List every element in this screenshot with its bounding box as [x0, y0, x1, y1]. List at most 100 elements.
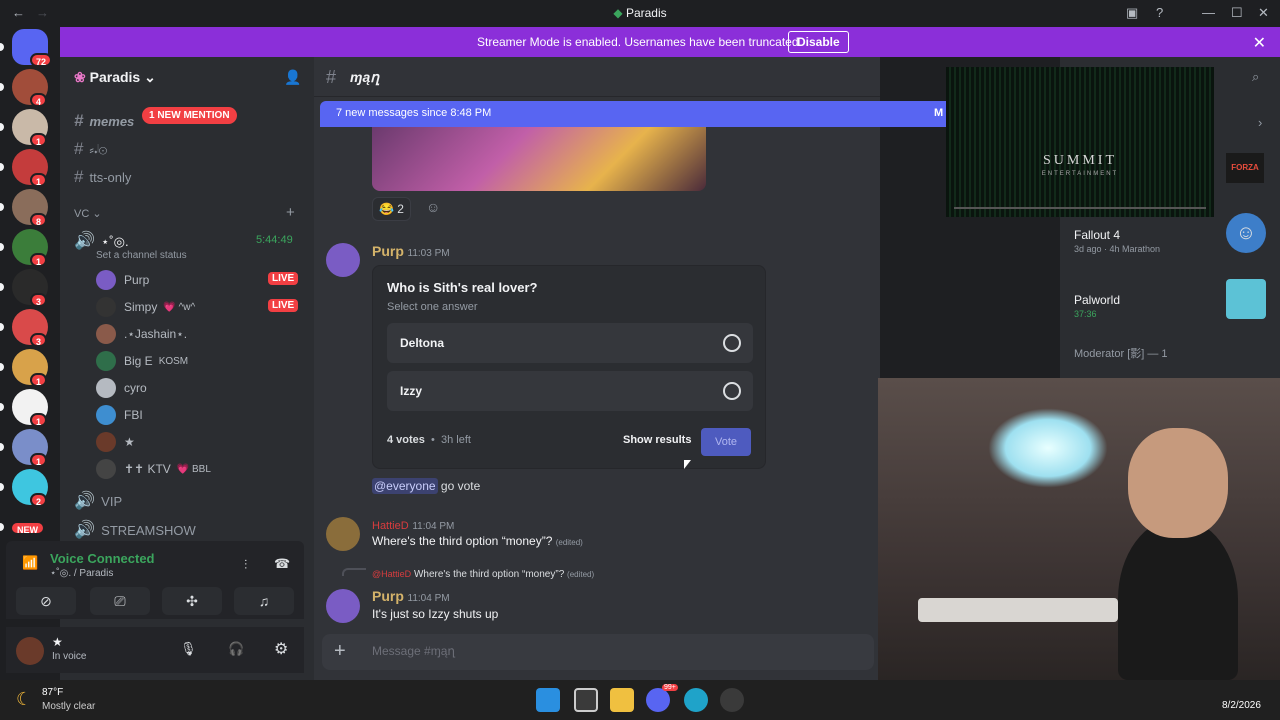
show-results-button[interactable]: Show results — [623, 434, 691, 446]
soundboard-button[interactable]: ♫ — [234, 587, 294, 615]
voice-user-name: Purp — [124, 273, 150, 287]
voice-user[interactable]: ✝✝ KTV 💗 BBL — [96, 459, 211, 479]
message-composer[interactable]: + Message #ɱąղ — [322, 634, 874, 670]
poll-option-deltona[interactable]: Deltona — [387, 323, 753, 363]
voice-timer: 5:44:49 — [256, 234, 293, 246]
voice-user-name: ✝✝ KTV — [124, 462, 171, 476]
author-name[interactable]: Purp — [372, 243, 404, 259]
voice-user-name: FBI — [124, 408, 143, 422]
file-explorer-icon[interactable] — [610, 688, 634, 712]
signal-icon: 📶 — [22, 555, 39, 570]
avatar[interactable] — [326, 589, 360, 623]
maximize-icon[interactable]: ☐ — [1231, 5, 1243, 21]
message-input[interactable]: Message #ɱąղ — [372, 644, 455, 658]
hash-icon: # — [326, 67, 337, 87]
chevron-right-icon[interactable]: › — [1258, 115, 1262, 130]
activity-sub: 37:36 — [1074, 309, 1097, 319]
message-text: Where's the third option “money”? (edite… — [372, 534, 583, 548]
voice-user[interactable]: FBI — [96, 405, 143, 425]
avatar[interactable] — [326, 243, 360, 277]
vote-button[interactable]: Vote — [701, 428, 751, 456]
voice-user-name: Big E — [124, 354, 153, 368]
mention-pill[interactable]: 1 NEW MENTION — [142, 107, 237, 124]
avatar[interactable] — [326, 517, 360, 551]
unread-pip — [0, 163, 4, 171]
server-header[interactable]: ❀ Paradis ⌄ — [74, 69, 156, 86]
video-progress[interactable] — [954, 207, 1206, 209]
server-badge: 2 — [30, 493, 48, 507]
discord-icon[interactable] — [646, 688, 670, 712]
voice-channel-path[interactable]: ⋆˚◎. / Paradis — [50, 568, 113, 579]
channel-memes[interactable]: # memes — [74, 111, 134, 131]
title-bar: ← → ◆ Paradis ▣ ? — ☐ ✕ — [0, 0, 1280, 27]
stream-preview[interactable]: SUMMIT ENTERTAINMENT — [946, 67, 1214, 217]
edge-icon[interactable] — [684, 688, 708, 712]
mark-as-read[interactable]: M — [934, 107, 943, 119]
voice-channel[interactable]: 🔊 ⋆˚◎. — [74, 231, 129, 251]
message-header: Purp 11:04 PM — [372, 588, 450, 604]
invite-icon[interactable]: 👤 — [284, 69, 301, 86]
message-text: @everyone go vote — [372, 478, 481, 494]
add-reaction-icon[interactable]: ☺ — [426, 199, 440, 215]
voice-connected[interactable]: Voice Connected — [50, 551, 155, 566]
unread-pip — [0, 123, 4, 131]
poll-option-izzy[interactable]: Izzy — [387, 371, 753, 411]
headset-icon[interactable]: 🎧 — [228, 641, 244, 657]
mention-everyone[interactable]: @everyone — [372, 478, 438, 494]
weather-icon[interactable]: ☾ — [16, 689, 32, 710]
unread-pip — [0, 323, 4, 331]
disconnect-icon[interactable]: ☎ — [274, 556, 290, 572]
reply-preview[interactable]: @HattieD Where's the third option “money… — [372, 569, 594, 580]
user-tag: KOSM — [158, 355, 189, 367]
weather-temp[interactable]: 87°F — [42, 687, 63, 698]
search-icon[interactable]: ⌕ — [1252, 69, 1259, 85]
obs-icon[interactable] — [720, 688, 744, 712]
voice-user[interactable]: ★ — [96, 432, 135, 452]
channel-tts-only[interactable]: # tts-only — [74, 167, 131, 187]
close-window-icon[interactable]: ✕ — [1258, 5, 1269, 21]
channel-music[interactable]: # ⸗𝆺𝅥⊙ — [74, 139, 107, 159]
settings-gear-icon[interactable]: ⚙ — [274, 639, 288, 659]
activity-title[interactable]: Palworld — [1074, 293, 1120, 307]
channel-streamshow[interactable]: 🔊 STREAMSHOW — [74, 520, 196, 540]
noise-icon[interactable]: ⫶ — [244, 557, 247, 573]
author-name[interactable]: HattieD — [372, 520, 409, 532]
voice-user[interactable]: cyro — [96, 378, 147, 398]
mic-icon[interactable]: 🎙 — [180, 641, 197, 657]
image-attachment[interactable] — [372, 127, 706, 191]
reaction-laugh[interactable]: 😂 2 — [372, 197, 411, 221]
add-channel-icon[interactable]: + — [286, 204, 295, 221]
author-name[interactable]: Purp — [372, 588, 404, 604]
radio-icon[interactable] — [723, 334, 741, 352]
inbox-icon[interactable]: ▣ — [1126, 5, 1138, 21]
server-badge: 1 — [30, 133, 48, 147]
camera-button[interactable]: ⊘ — [16, 587, 76, 615]
close-banner-icon[interactable]: ✕ — [1253, 33, 1266, 53]
poll-footer: 4 votes • 3h left — [387, 434, 471, 446]
disable-button[interactable]: Disable — [788, 31, 849, 53]
voice-user[interactable]: .⋆Jashain⋆. — [96, 324, 187, 344]
voice-user[interactable]: Purp — [96, 270, 149, 290]
start-icon[interactable] — [536, 688, 560, 712]
voice-user[interactable]: Big E KOSM — [96, 351, 188, 371]
avatar[interactable] — [16, 637, 44, 665]
server-badge: 4 — [30, 93, 48, 107]
streamer-mode-banner: Streamer Mode is enabled. Usernames have… — [60, 27, 1280, 57]
minimize-icon[interactable]: — — [1202, 5, 1215, 20]
video-sub: ENTERTAINMENT — [1041, 171, 1119, 177]
avatar — [96, 432, 116, 452]
activities-button[interactable]: ✣ — [162, 587, 222, 615]
task-view-icon[interactable] — [574, 688, 598, 712]
server-badge: 1 — [30, 413, 48, 427]
category-vc[interactable]: VC ⌄ — [74, 207, 102, 220]
channel-status[interactable]: Set a channel status — [96, 250, 187, 261]
radio-icon[interactable] — [723, 382, 741, 400]
attach-plus-icon[interactable]: + — [334, 640, 346, 663]
new-messages-bar[interactable]: 7 new messages since 8:48 PM M — [320, 101, 960, 127]
activity-title[interactable]: Fallout 4 — [1074, 228, 1120, 242]
voice-user[interactable]: Simpy 💗 ^w^ — [96, 297, 195, 317]
screen-share-button[interactable]: ⎚ — [90, 587, 150, 615]
unread-pip — [0, 363, 4, 371]
channel-vip[interactable]: 🔊 VIP — [74, 491, 122, 511]
help-icon[interactable]: ? — [1156, 5, 1163, 20]
